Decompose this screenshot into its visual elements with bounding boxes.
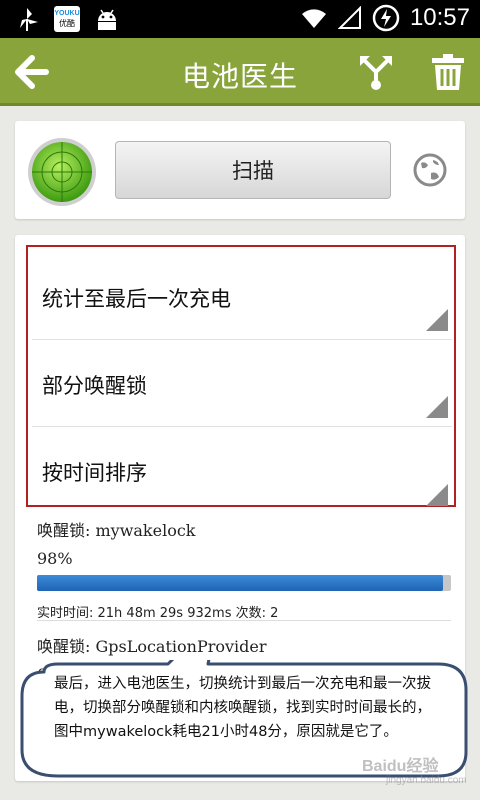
spinner-label: 部分唤醒锁 [42, 374, 147, 398]
dropdown-triangle-icon [426, 484, 448, 506]
stat-range-spinner[interactable]: 统计至最后一次充电 [32, 253, 452, 340]
wakelock-progress-fill [37, 575, 443, 591]
clock: 10:57 [409, 4, 470, 31]
action-bar: 电池医生 [0, 38, 480, 106]
android-icon [98, 9, 116, 30]
filter-highlight-box: 统计至最后一次充电 部分唤醒锁 按时间排序 [26, 245, 456, 507]
status-bar: YOUKU 优酷 10:57 [0, 0, 480, 38]
dropdown-triangle-icon [426, 396, 448, 418]
wakelock-name: 唤醒锁: GpsLocationProvider [37, 637, 267, 656]
wifi-icon [301, 9, 326, 28]
sort-order-spinner[interactable]: 按时间排序 [32, 427, 452, 514]
signal-icon [337, 6, 361, 29]
page-title: 电池医生 [181, 60, 298, 93]
radar-icon [28, 138, 96, 206]
watermark-url: jingyan.baidu.com [386, 775, 467, 786]
scan-card: 扫描 [15, 121, 465, 219]
divider [37, 620, 451, 621]
dropdown-triangle-icon [426, 309, 448, 331]
share-icon[interactable] [356, 52, 396, 92]
globe-icon[interactable] [413, 153, 447, 187]
spinner-label: 统计至最后一次充电 [42, 287, 231, 311]
list-item[interactable]: 唤醒锁: mywakelock 98% 实时时间: 21h 48m 29s 93… [37, 517, 451, 621]
pinwheel-icon [20, 8, 38, 31]
trash-icon[interactable] [428, 52, 468, 92]
wakelock-progress-bar [37, 575, 451, 591]
wakelock-percent: 98% [37, 549, 73, 568]
battery-charging-icon [372, 4, 400, 32]
annotation-text: 最后，进入电池医生，切换统计到最后一次充电和最一次拔电，切换部分唤醒锁和内核唤醒… [54, 676, 431, 740]
scan-button[interactable]: 扫描 [115, 141, 391, 199]
watermark-logo: Baidu经验 [362, 758, 439, 775]
spinner-label: 按时间排序 [42, 461, 147, 485]
youku-icon: YOUKU 优酷 [54, 6, 80, 32]
wakelock-name: 唤醒锁: mywakelock [37, 521, 196, 540]
wakelock-meta: 实时时间: 21h 48m 29s 932ms 次数: 2 [37, 606, 279, 621]
wakelock-type-spinner[interactable]: 部分唤醒锁 [32, 340, 452, 427]
